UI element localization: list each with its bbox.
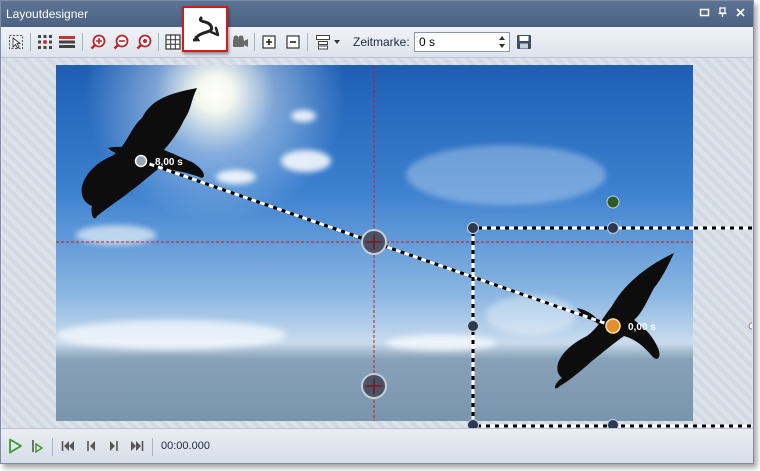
zeitmarke-label: Zeitmarke: (353, 35, 410, 49)
zoom-out-icon (113, 34, 129, 50)
close-window-button[interactable] (734, 7, 747, 20)
step-forward-icon (110, 441, 118, 451)
playback-separator (52, 438, 53, 456)
play-from-marker-button[interactable] (29, 437, 47, 455)
pin-window-button[interactable] (716, 7, 729, 20)
layers-icon (59, 36, 75, 48)
remove-point-button[interactable] (284, 33, 302, 51)
align-icon (316, 35, 330, 50)
center-crosshair-marker (361, 229, 387, 255)
restore-icon (699, 8, 710, 17)
timecode-display: 00:00.000 (161, 440, 210, 452)
align-dropdown-button[interactable] (332, 33, 342, 51)
select-tool-button[interactable] (7, 33, 25, 51)
camera-button[interactable] (231, 33, 249, 51)
playback-separator (152, 438, 153, 456)
pin-icon (718, 7, 727, 17)
chevron-down-icon (334, 40, 340, 44)
toolbar-separator (82, 33, 83, 51)
path-end-label: 0,00 s (628, 322, 656, 333)
close-icon (736, 8, 745, 17)
spinner-arrows-icon (499, 36, 505, 48)
step-back-icon (87, 441, 95, 451)
zoom-in-button[interactable] (89, 33, 107, 51)
toolbar-separator (254, 33, 255, 51)
handle-bottom-left (467, 419, 479, 428)
handle-bottom-center (607, 419, 619, 428)
handle-middle-left (467, 320, 479, 332)
play-button[interactable] (6, 437, 24, 455)
layers-button[interactable] (58, 33, 76, 51)
go-to-end-button[interactable] (128, 437, 146, 455)
rotation-handle (606, 195, 620, 209)
toolbar-separator (307, 33, 308, 51)
layout-workspace[interactable]: 8,00 s 0,00 s (2, 58, 752, 428)
motion-path-tool-button[interactable] (182, 6, 228, 52)
path-overlay: 8,00 s 0,00 s (56, 65, 752, 428)
skip-to-end-icon (131, 441, 144, 451)
grid-points-icon (38, 35, 52, 49)
go-to-start-button[interactable] (59, 437, 77, 455)
motion-path-icon (193, 16, 220, 42)
handle-top-center (607, 222, 619, 234)
grid-button[interactable] (164, 33, 182, 51)
play-icon (9, 438, 22, 454)
zoom-fit-button[interactable] (135, 33, 153, 51)
grid-icon (165, 34, 181, 50)
anchor-crosshair-marker (361, 373, 387, 399)
save-button[interactable] (515, 33, 533, 51)
skip-to-start-icon (61, 441, 74, 451)
toolbar-separator (158, 33, 159, 51)
toolbar: Zeitmarke: 0 s (1, 27, 753, 58)
minus-square-icon (286, 35, 300, 49)
layoutdesigner-window: Layoutdesigner Zeitmarke: 0 s 8,00 s 0,0… (0, 0, 754, 464)
handle-top-left (467, 222, 479, 234)
zeitmarke-value: 0 s (419, 35, 436, 49)
path-start-label: 8,00 s (155, 157, 183, 168)
zoom-out-button[interactable] (112, 33, 130, 51)
points-tool-button[interactable] (36, 33, 54, 51)
zeitmarke-input[interactable]: 0 s (414, 32, 510, 52)
play-from-marker-icon (32, 440, 44, 454)
window-title: Layoutdesigner (6, 7, 89, 21)
add-point-button[interactable] (260, 33, 278, 51)
restore-window-button[interactable] (698, 7, 711, 20)
title-bar: Layoutdesigner (1, 1, 753, 27)
next-frame-button[interactable] (105, 437, 123, 455)
previous-frame-button[interactable] (82, 437, 100, 455)
zeitmarke-spinner[interactable] (496, 34, 508, 50)
playback-bar: 00:00.000 (1, 428, 753, 463)
plus-square-icon (262, 35, 276, 49)
floppy-disk-icon (517, 35, 531, 49)
zoom-fit-icon (136, 34, 152, 50)
cursor-select-icon (9, 35, 23, 49)
zoom-in-icon (90, 34, 106, 50)
path-end-point (605, 318, 621, 334)
handle-middle-right (748, 322, 752, 330)
toolbar-separator (30, 33, 31, 51)
align-button[interactable] (314, 33, 332, 51)
path-start-point (134, 154, 148, 168)
camera-pan-icon (233, 35, 248, 47)
eagle-start-silhouette (81, 88, 204, 219)
